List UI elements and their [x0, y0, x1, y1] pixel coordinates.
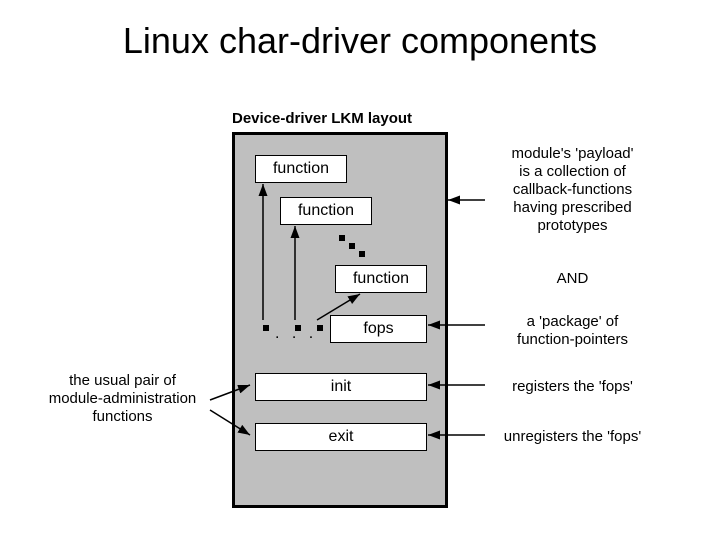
- diagonal-dot: [359, 251, 365, 257]
- init-note: registers the 'fops': [485, 378, 660, 396]
- diagonal-dot: [349, 243, 355, 249]
- function-box-3: function: [335, 265, 427, 293]
- fops-pointer-dot: [263, 325, 269, 331]
- exit-box: exit: [255, 423, 427, 451]
- diagonal-dot: [339, 235, 345, 241]
- lkm-caption: Device-driver LKM layout: [232, 110, 412, 127]
- fops-box: fops: [330, 315, 427, 343]
- lkm-container: function function function fops . . . in…: [232, 132, 448, 508]
- admin-note: the usual pair ofmodule-administrationfu…: [30, 372, 215, 426]
- function-box-2: function: [280, 197, 372, 225]
- fops-pointer-dot: [317, 325, 323, 331]
- init-box: init: [255, 373, 427, 401]
- package-note: a 'package' offunction-pointers: [485, 313, 660, 349]
- page-title: Linux char-driver components: [0, 20, 720, 62]
- payload-note: module's 'payload'is a collection ofcall…: [485, 145, 660, 235]
- function-box-1: function: [255, 155, 347, 183]
- fops-ellipsis: . . .: [275, 325, 317, 343]
- and-note: AND: [485, 270, 660, 288]
- exit-note: unregisters the 'fops': [485, 428, 660, 446]
